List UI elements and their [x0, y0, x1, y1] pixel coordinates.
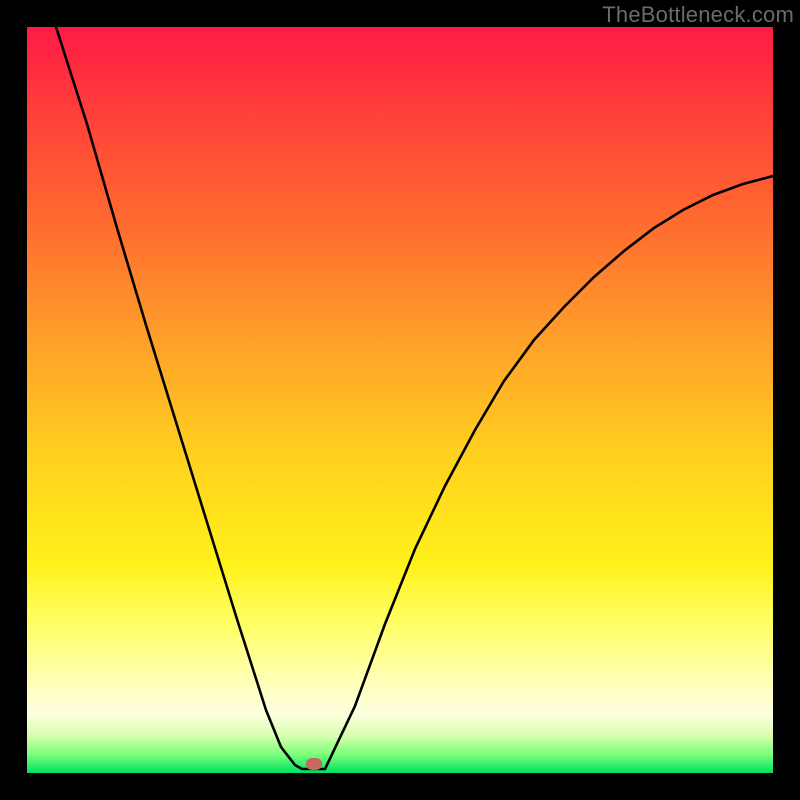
- chart-frame: TheBottleneck.com: [0, 0, 800, 800]
- plot-area: [27, 27, 773, 773]
- bottleneck-curve: [27, 27, 773, 773]
- minimum-marker: [306, 758, 322, 770]
- watermark-text: TheBottleneck.com: [602, 2, 794, 28]
- curve-path: [56, 27, 773, 769]
